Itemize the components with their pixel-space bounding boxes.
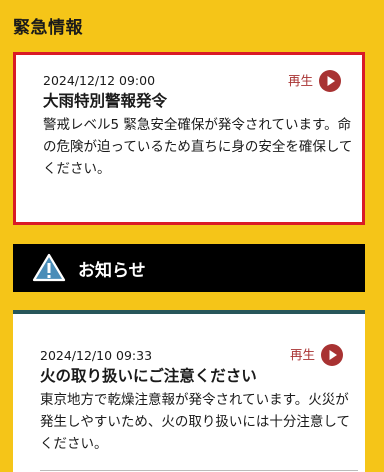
- emergency-section-title: 緊急情報: [13, 18, 83, 38]
- play-label: 再生: [288, 73, 314, 88]
- emergency-alert-date: 2024/12/12 09:00: [43, 73, 156, 88]
- warning-icon: [32, 253, 66, 282]
- notice-divider: [40, 470, 358, 471]
- emergency-alert-title: 大雨特別警報発令: [43, 92, 168, 110]
- play-icon: [319, 70, 342, 92]
- emergency-alert-body: 警戒レベル5 緊急安全確保が発令されています。命の危険が迫っているため直ちに身の…: [43, 117, 353, 177]
- notice-header-title: お知らせ: [78, 260, 146, 281]
- notice-item-body: 東京地方で乾燥注意報が発令されています。火災が発生しやすいため、火の取り扱いには…: [40, 392, 350, 452]
- play-label: 再生: [290, 347, 316, 362]
- emergency-alert-card: 2024/12/12 09:00 大雨特別警報発令 警戒レベル5 緊急安全確保が…: [13, 52, 365, 225]
- play-icon: [321, 344, 344, 366]
- notice-header: お知らせ: [13, 244, 365, 292]
- notice-item-title: 火の取り扱いにご注意ください: [40, 367, 257, 385]
- notice-item-date: 2024/12/10 09:33: [40, 348, 153, 363]
- emergency-play-button[interactable]: 再生: [288, 70, 342, 92]
- notice-play-button[interactable]: 再生: [290, 344, 344, 366]
- notice-item-card: 2024/12/10 09:33 火の取り扱いにご注意ください 東京地方で乾燥注…: [13, 310, 365, 472]
